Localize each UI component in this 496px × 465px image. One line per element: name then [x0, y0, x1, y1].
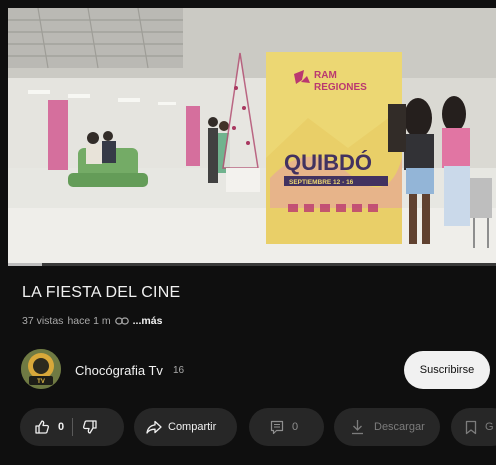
comment-count: 0	[292, 421, 299, 433]
download-icon	[352, 420, 363, 435]
video-frame: RAM REGIONES QUIBDÓ SEPTIEMBRE 12 - 16	[8, 8, 496, 263]
watch-page: RAM REGIONES QUIBDÓ SEPTIEMBRE 12 - 16 L…	[0, 0, 496, 465]
download-button[interactable]: Descargar	[334, 408, 440, 446]
channel-avatar[interactable]: TV	[21, 349, 61, 389]
bookmark-icon	[465, 420, 477, 434]
link-icon	[114, 317, 129, 325]
video-progress-fill	[8, 263, 43, 266]
comments-button[interactable]: 0	[249, 408, 324, 446]
video-player[interactable]: RAM REGIONES QUIBDÓ SEPTIEMBRE 12 - 16	[8, 8, 496, 263]
thumbs-down-icon	[83, 420, 97, 434]
subscribe-button[interactable]: Suscribirse	[404, 351, 490, 389]
like-dislike-group: 0	[20, 408, 124, 446]
download-label: Descargar	[374, 421, 425, 433]
like-count: 0	[58, 421, 65, 433]
like-button[interactable]: 0	[34, 419, 64, 435]
like-divider	[72, 418, 74, 436]
dislike-button[interactable]	[82, 419, 98, 435]
save-label: G	[485, 421, 494, 433]
view-count: 37 vistas	[22, 315, 64, 327]
comment-icon	[270, 420, 284, 434]
share-arrow-icon	[146, 420, 162, 434]
save-button[interactable]: G	[451, 408, 496, 446]
svg-text:TV: TV	[37, 379, 45, 385]
share-button[interactable]: Compartir	[134, 408, 237, 446]
channel-name[interactable]: Chocógrafia Tv	[75, 363, 163, 378]
share-label: Compartir	[168, 421, 217, 433]
video-progress-bar[interactable]	[8, 263, 496, 266]
more-link[interactable]: ...más	[133, 315, 163, 327]
subscriber-count: 16	[173, 365, 185, 376]
video-title: LA FIESTA DEL CINE	[22, 284, 181, 301]
upload-age: hace 1 m	[67, 315, 111, 327]
video-meta[interactable]: 37 vistas hace 1 m ...más	[22, 315, 162, 327]
thumbs-up-icon	[35, 420, 50, 434]
